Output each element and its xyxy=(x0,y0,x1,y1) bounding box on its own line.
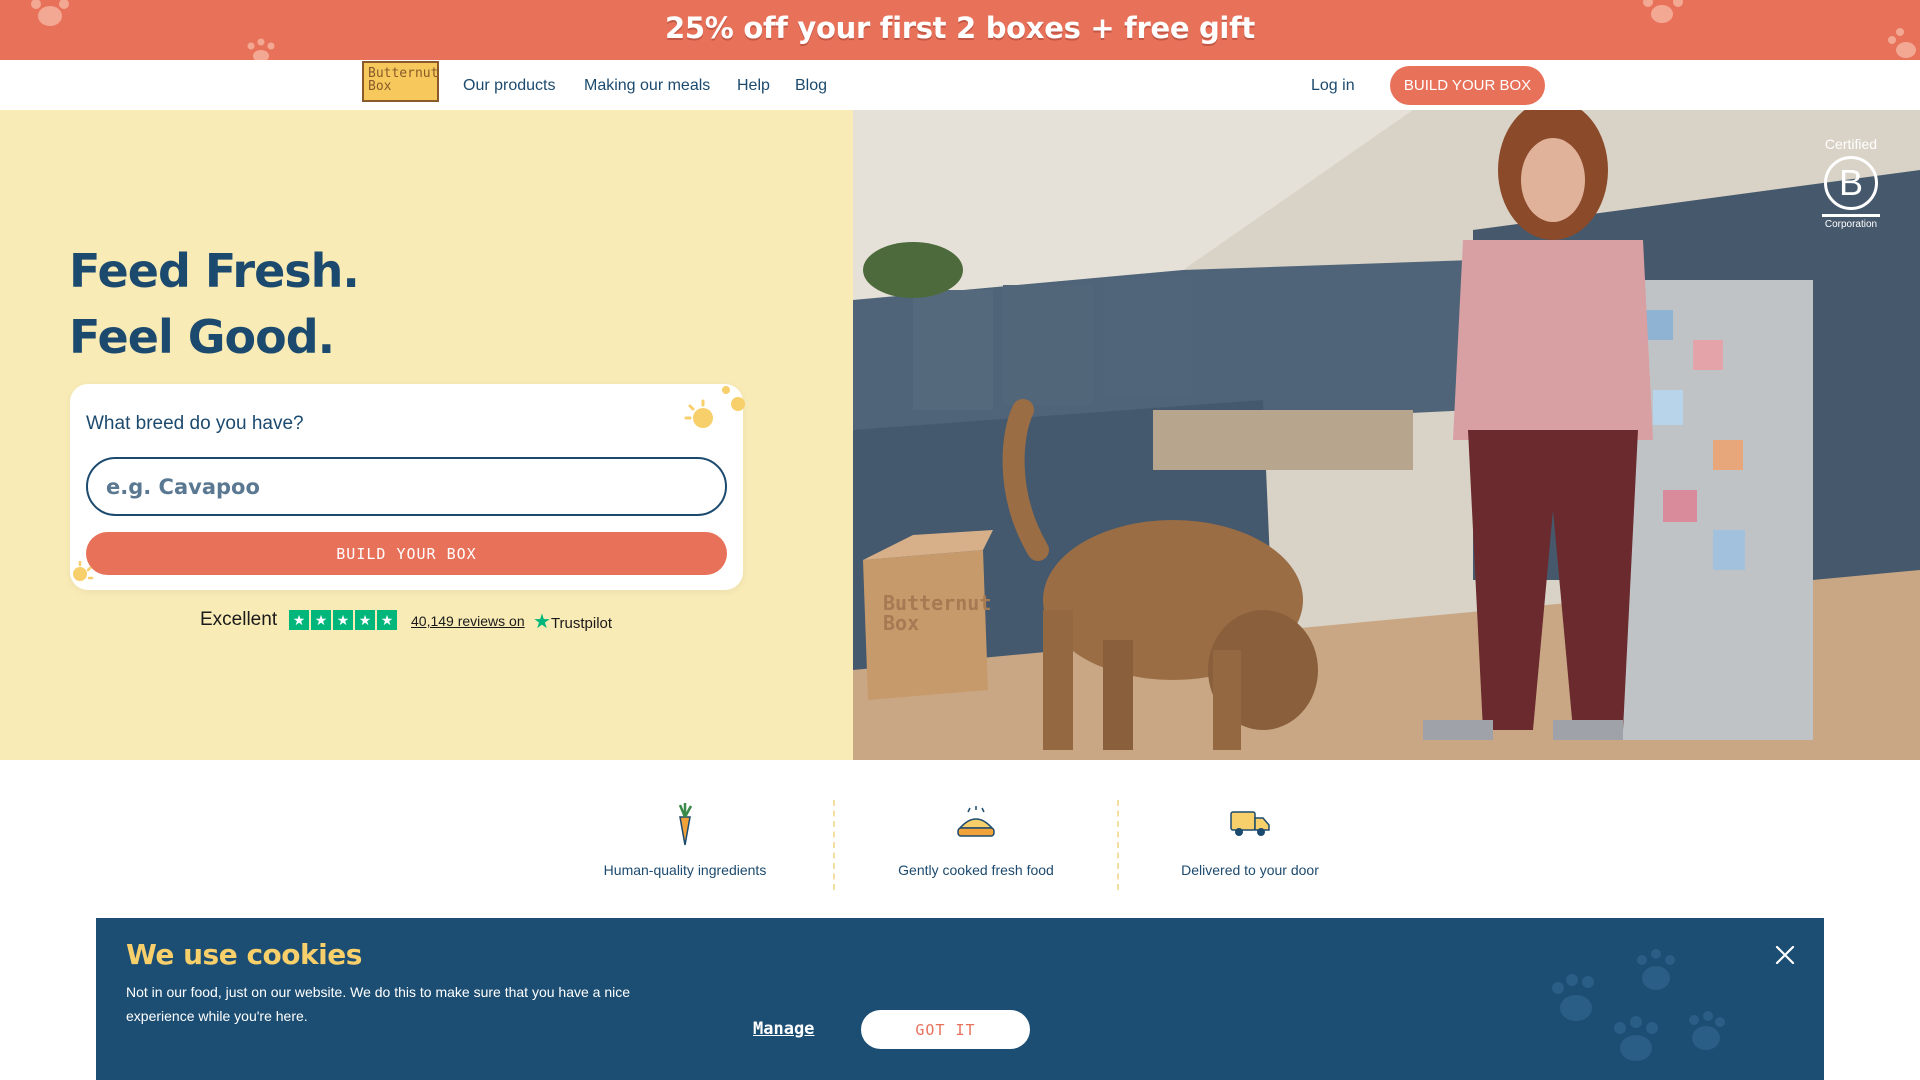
hero-headline-line1: Feed Fresh. xyxy=(69,244,360,298)
kitchen-scene-illustration: Butternut Box xyxy=(853,110,1920,760)
bcorp-corporation: Corporation xyxy=(1824,219,1878,230)
food-bowl-icon xyxy=(957,806,995,837)
bcorp-letter: B xyxy=(1838,162,1863,203)
build-your-box-nav-button[interactable]: BUILD YOUR BOX xyxy=(1390,66,1545,105)
cookie-text: Not in our food, just on our website. We… xyxy=(126,984,631,1024)
star-icon: ★ xyxy=(311,610,331,630)
b-corp-badge: Certified B Corporation xyxy=(1818,136,1884,230)
feature-divider xyxy=(833,800,835,890)
nav-link-help[interactable]: Help xyxy=(737,77,770,95)
butternut-logo[interactable]: Butternut Box xyxy=(362,61,439,102)
feature-label: Delivered to your door xyxy=(1181,862,1319,878)
delivery-van-icon xyxy=(1230,811,1270,836)
promo-text: 25% off your first 2 boxes + free gift xyxy=(665,11,1255,45)
carrot-icon xyxy=(678,803,693,846)
feature-divider xyxy=(1117,800,1119,890)
feature-label: Human-quality ingredients xyxy=(603,862,767,878)
trustpilot-stars: ★ ★ ★ ★ ★ xyxy=(289,610,397,630)
logo-line2: Box xyxy=(368,79,392,94)
cookie-accept-button[interactable]: GOT IT xyxy=(861,1010,1030,1049)
breed-input[interactable] xyxy=(86,457,727,516)
breed-search-card: What breed do you have? BUILD YOUR BOX xyxy=(70,384,745,590)
promo-banner[interactable]: 25% off your first 2 boxes + free gift xyxy=(0,0,1920,60)
cookie-banner: We use cookies Not in our food, just on … xyxy=(96,918,1824,1080)
hero-headline-line2: Feel Good. xyxy=(69,310,335,364)
sun-decoration-icon xyxy=(684,386,745,428)
nav-link-making-our-meals[interactable]: Making our meals xyxy=(584,77,710,95)
bcorp-rule xyxy=(1822,214,1880,217)
trustpilot-brand: Trustpilot xyxy=(550,615,613,632)
build-your-box-button[interactable]: BUILD YOUR BOX xyxy=(86,532,727,575)
login-link[interactable]: Log in xyxy=(1311,77,1355,95)
star-icon: ★ xyxy=(289,610,309,630)
feature-label: Gently cooked fresh food xyxy=(898,862,1054,878)
star-icon: ★ xyxy=(333,610,353,630)
bcorp-certified: Certified xyxy=(1824,136,1878,152)
b-corp-icon: B xyxy=(1824,156,1878,210)
trustpilot-logo[interactable]: ★Trustpilot xyxy=(533,609,612,634)
trustpilot-star-icon: ★ xyxy=(533,611,551,633)
cookie-manage-link[interactable]: Manage xyxy=(753,1019,814,1039)
nav-link-blog[interactable]: Blog xyxy=(795,77,827,95)
cookie-title: We use cookies xyxy=(126,938,362,971)
nav-link-our-products[interactable]: Our products xyxy=(463,77,555,95)
breed-question-label: What breed do you have? xyxy=(86,413,304,434)
star-icon: ★ xyxy=(355,610,375,630)
trustpilot-rating-text: Excellent xyxy=(200,609,278,630)
box-brand-text-2: Box xyxy=(883,611,919,635)
close-icon[interactable] xyxy=(1773,943,1797,967)
hero-image: Butternut Box xyxy=(853,110,1920,760)
star-icon: ★ xyxy=(377,610,397,630)
main-nav: Butternut Box Our products Making our me… xyxy=(0,60,1920,111)
paw-pattern-icon xyxy=(1552,949,1725,1061)
trustpilot-reviews-link[interactable]: 40,149 reviews on xyxy=(411,613,525,629)
